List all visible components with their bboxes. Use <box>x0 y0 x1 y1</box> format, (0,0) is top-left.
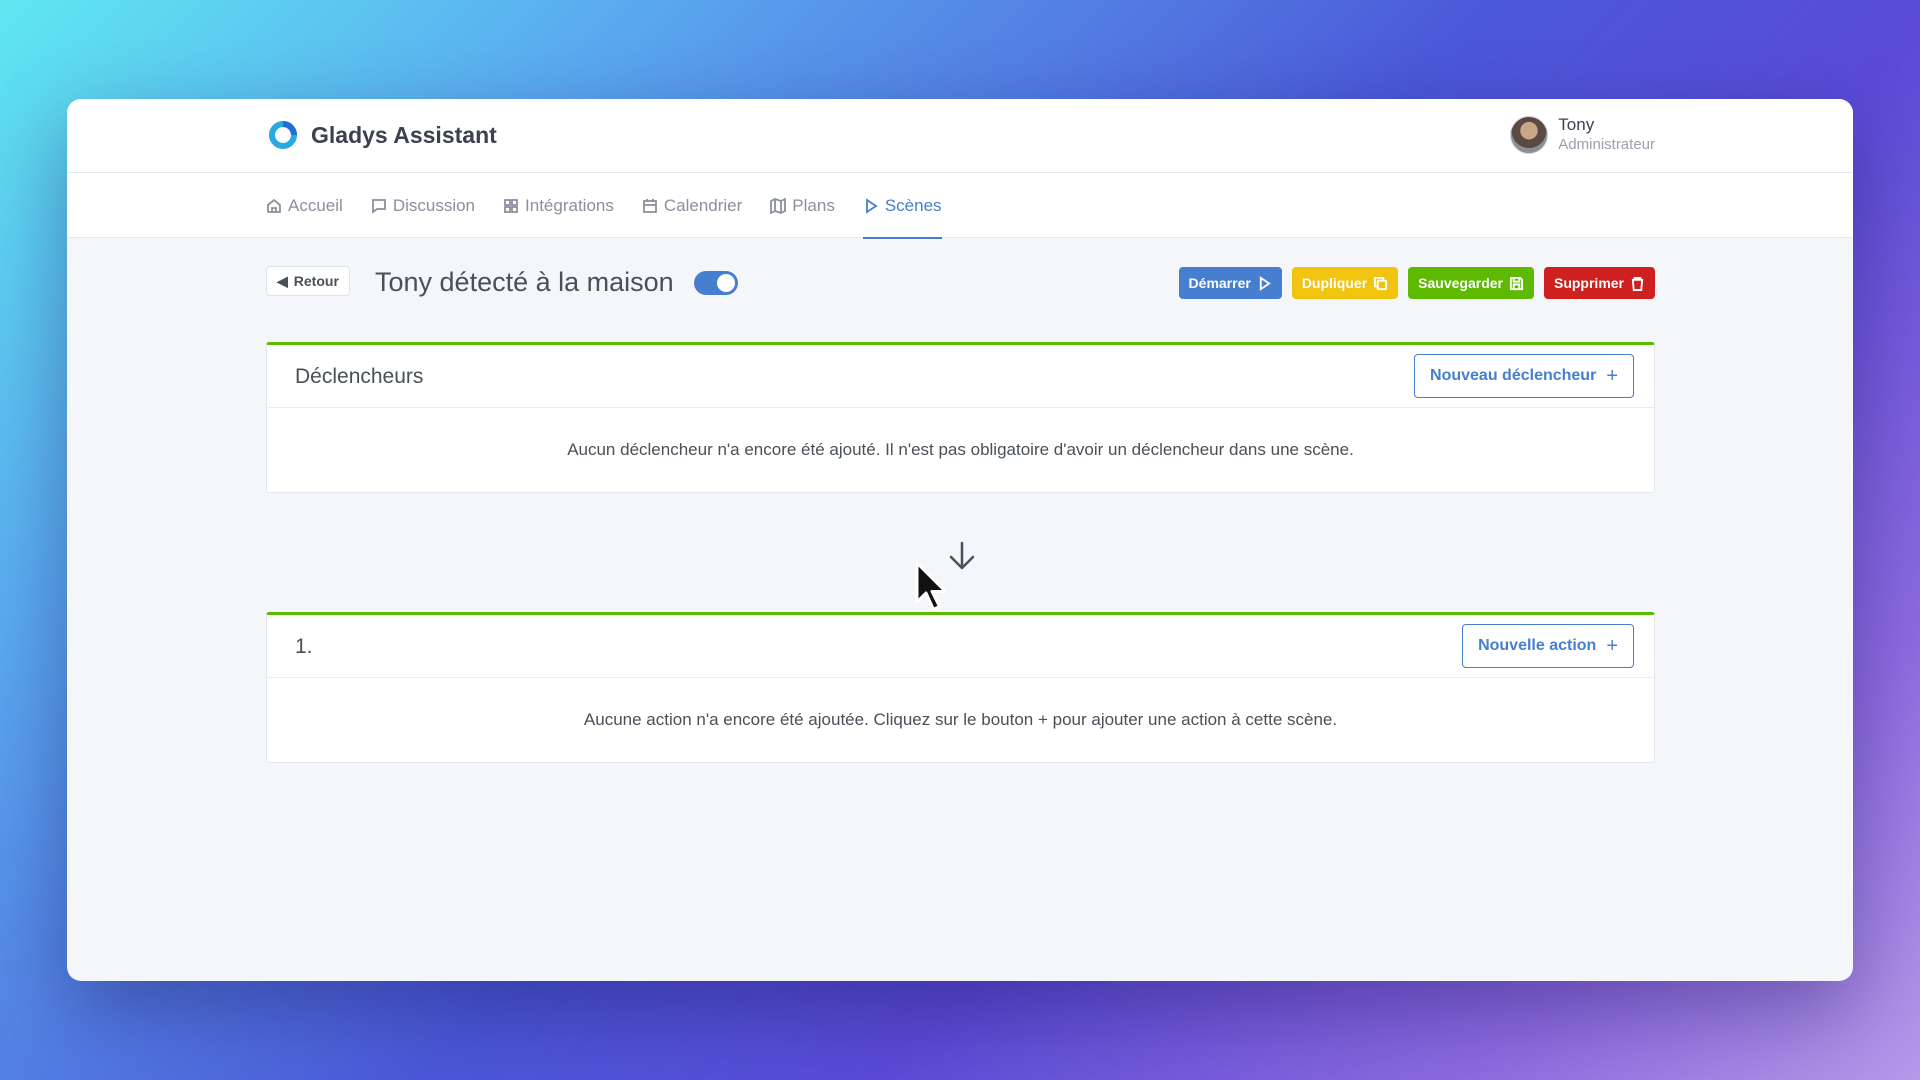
triggers-card: Déclencheurs Nouveau déclencheur + Aucun… <box>266 342 1655 493</box>
nav-item-accueil[interactable]: Accueil <box>266 173 343 238</box>
trash-icon <box>1631 276 1644 291</box>
duplicate-button[interactable]: Dupliquer <box>1291 267 1399 299</box>
start-label: Démarrer <box>1188 275 1251 291</box>
actions-empty-message: Aucune action n'a encore été ajoutée. Cl… <box>583 710 1338 729</box>
add-action-label: Nouvelle action <box>1478 637 1597 654</box>
calendar-icon <box>642 198 657 213</box>
main-nav: Accueil Discussion Intégrations Calendri… <box>67 173 1853 239</box>
nav-item-calendrier[interactable]: Calendrier <box>642 173 742 238</box>
app-name: Gladys Assistant <box>311 121 497 148</box>
plus-icon: + <box>1606 634 1618 657</box>
scene-actions: Démarrer Dupliquer Sauvegarder Supprimer <box>1178 267 1655 299</box>
grid-icon <box>504 198 518 213</box>
arrow-down-icon <box>949 541 975 570</box>
save-label: Sauvegarder <box>1418 275 1503 291</box>
start-button[interactable]: Démarrer <box>1178 267 1282 299</box>
mouse-cursor-icon <box>915 561 947 611</box>
scene-active-toggle[interactable] <box>694 271 738 295</box>
nav-item-discussion[interactable]: Discussion <box>371 173 475 238</box>
delete-label: Supprimer <box>1553 275 1624 291</box>
scene-toolbar: ◀ Retour Tony détecté à la maison Démarr… <box>266 264 1655 300</box>
nav-item-scenes[interactable]: Scènes <box>862 173 942 239</box>
user-menu[interactable]: Tony Administrateur <box>1510 115 1655 155</box>
play-icon <box>1259 275 1271 291</box>
back-button[interactable]: ◀ Retour <box>266 266 350 296</box>
avatar <box>1510 116 1549 154</box>
nav-label: Discussion <box>392 195 476 215</box>
nav-label: Scènes <box>884 195 942 215</box>
nav-item-plans[interactable]: Plans <box>770 173 835 238</box>
back-label: Retour <box>293 273 339 289</box>
nav-label: Plans <box>792 195 835 215</box>
delete-button[interactable]: Supprimer <box>1543 267 1655 299</box>
gladys-logo-icon <box>269 121 297 149</box>
nav-label: Accueil <box>288 195 343 215</box>
caret-left-icon: ◀ <box>277 272 288 289</box>
play-icon <box>865 197 878 214</box>
user-name: Tony <box>1558 115 1595 134</box>
copy-icon <box>1374 276 1388 290</box>
map-icon <box>770 197 787 214</box>
app-window: Gladys Assistant Tony Administrateur Acc… <box>67 99 1853 981</box>
triggers-title: Déclencheurs <box>295 365 424 388</box>
save-icon <box>1509 276 1524 290</box>
action-group-title: 1. <box>295 635 313 658</box>
user-role: Administrateur <box>1558 136 1655 153</box>
add-trigger-label: Nouveau déclencheur <box>1430 367 1597 384</box>
save-button[interactable]: Sauvegarder <box>1408 267 1534 299</box>
nav-label: Calendrier <box>663 195 743 215</box>
duplicate-label: Dupliquer <box>1301 275 1368 291</box>
scene-title: Tony détecté à la maison <box>375 267 674 297</box>
nav-item-integrations[interactable]: Intégrations <box>503 173 614 238</box>
add-action-button[interactable]: Nouvelle action + <box>1462 624 1634 668</box>
add-trigger-button[interactable]: Nouveau déclencheur + <box>1414 354 1634 398</box>
brand[interactable]: Gladys Assistant <box>267 119 497 151</box>
message-icon <box>371 198 386 214</box>
action-group-card: 1. Nouvelle action + Aucune action n'a e… <box>266 612 1655 763</box>
triggers-empty-message: Aucun déclencheur n'a encore été ajouté.… <box>567 440 1354 459</box>
nav-label: Intégrations <box>525 195 614 215</box>
plus-icon: + <box>1606 364 1618 387</box>
home-icon <box>267 198 281 213</box>
header: Gladys Assistant Tony Administrateur <box>67 99 1853 173</box>
